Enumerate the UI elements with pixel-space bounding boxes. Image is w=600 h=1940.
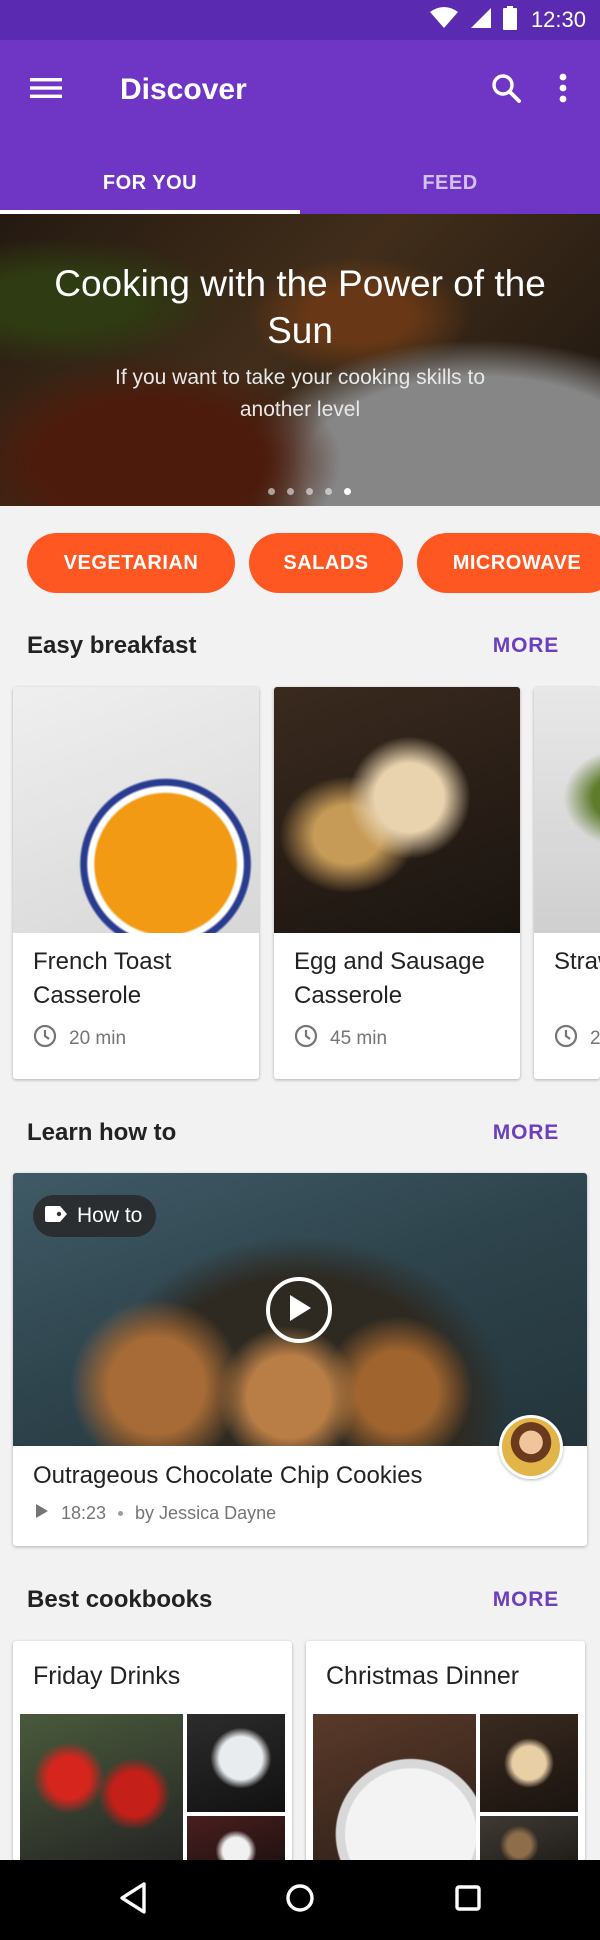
recipe-time: 2 xyxy=(554,1024,600,1054)
search-button[interactable] xyxy=(486,70,526,110)
app-bar: Discover FOR YOU FEED xyxy=(0,40,600,214)
hero-title: Cooking with the Power of the Sun xyxy=(54,263,546,351)
section-header-learn: Learn how to MORE xyxy=(0,1115,600,1151)
cookbook-image xyxy=(480,1714,578,1812)
clock-icon xyxy=(294,1024,318,1054)
tab-for-you[interactable]: FOR YOU xyxy=(0,152,300,214)
more-button[interactable]: MORE xyxy=(493,628,559,664)
recipe-image xyxy=(534,687,600,933)
video-card[interactable]: How to Outrageous Chocolate Chip Cookies… xyxy=(13,1173,587,1546)
hero-subtitle: If you want to take your cooking skills … xyxy=(114,366,485,421)
menu-button[interactable] xyxy=(26,70,66,110)
carousel-dot[interactable] xyxy=(286,488,294,495)
search-icon xyxy=(491,73,521,108)
recipe-time-label: 45 min xyxy=(330,1028,388,1049)
video-meta: 18:23 by Jessica Dayne xyxy=(35,1499,276,1527)
carousel-dot[interactable] xyxy=(267,488,275,495)
carousel-dot[interactable] xyxy=(324,488,332,495)
chip-salads[interactable]: SALADS xyxy=(249,533,403,593)
chip-microwave[interactable]: MICROWAVE xyxy=(417,533,600,593)
home-button[interactable] xyxy=(278,1878,322,1922)
play-icon xyxy=(285,1293,313,1328)
cookbook-card[interactable]: Christmas Dinner xyxy=(306,1641,585,1861)
recipe-title: Strawberry Oatmeal xyxy=(554,948,600,975)
status-time: 12:30 xyxy=(530,7,586,32)
section-header-cookbooks: Best cookbooks MORE xyxy=(0,1582,600,1618)
back-icon xyxy=(118,1881,148,1920)
cookbook-card[interactable]: Friday Drinks xyxy=(13,1641,292,1861)
video-duration: 18:23 xyxy=(61,1502,107,1523)
more-vert-icon xyxy=(559,73,567,108)
cookbook-image xyxy=(187,1714,285,1812)
section-header-breakfast: Easy breakfast MORE xyxy=(0,628,600,664)
signal-icon xyxy=(469,6,493,35)
video-thumbnail: How to xyxy=(13,1173,587,1446)
section-title: Easy breakfast xyxy=(27,632,197,659)
recipe-card[interactable]: Strawberry Oatmeal 2 xyxy=(534,687,600,1079)
cookbook-image xyxy=(480,1816,578,1861)
back-button[interactable] xyxy=(111,1878,155,1922)
recipe-time-label: 2 xyxy=(590,1028,600,1049)
recents-button[interactable] xyxy=(446,1878,490,1922)
wifi-icon xyxy=(429,6,459,35)
video-author: by Jessica Dayne xyxy=(135,1502,277,1523)
cookbook-images xyxy=(20,1714,285,1861)
recipe-card[interactable]: French Toast Casserole 20 min xyxy=(13,687,259,1079)
play-button[interactable] xyxy=(266,1277,332,1343)
recipe-image xyxy=(13,687,259,933)
page-title: Discover xyxy=(120,73,247,106)
how-to-label: How to xyxy=(77,1204,143,1227)
tab-label: FEED xyxy=(422,171,478,194)
recipe-image xyxy=(274,687,520,933)
recipe-time-label: 20 min xyxy=(69,1028,127,1049)
label-icon xyxy=(45,1204,67,1228)
cookbook-images xyxy=(313,1714,578,1861)
status-bar: 12:30 xyxy=(0,0,600,40)
more-button[interactable]: MORE xyxy=(493,1582,559,1618)
menu-icon xyxy=(30,76,62,105)
recipe-time: 45 min xyxy=(294,1024,388,1054)
cookbook-title: Friday Drinks xyxy=(33,1662,181,1690)
section-title: Learn how to xyxy=(27,1119,177,1146)
clock-icon xyxy=(554,1024,578,1054)
carousel-dot-active[interactable] xyxy=(343,488,351,495)
hero-image xyxy=(0,214,600,506)
system-nav-bar xyxy=(0,1860,600,1940)
clock-icon xyxy=(33,1024,57,1054)
play-small-icon xyxy=(35,1503,49,1524)
cookbook-image xyxy=(313,1714,476,1861)
status-icons: 12:30 xyxy=(429,5,586,35)
tab-feed[interactable]: FEED xyxy=(300,152,600,214)
more-button[interactable]: MORE xyxy=(493,1115,559,1151)
video-title: Outrageous Chocolate Chip Cookies xyxy=(33,1462,423,1489)
author-avatar[interactable] xyxy=(499,1415,563,1479)
category-chips: VEGETARIAN SALADS MICROWAVE xyxy=(0,533,600,593)
hero-carousel[interactable]: Cooking with the Power of the Sun If you… xyxy=(0,214,600,506)
home-icon xyxy=(285,1883,315,1918)
overflow-menu-button[interactable] xyxy=(545,70,581,110)
recipe-time: 20 min xyxy=(33,1024,127,1054)
recipe-title: French Toast Casserole xyxy=(33,948,172,1009)
carousel-indicator xyxy=(0,488,600,495)
battery-icon xyxy=(502,5,517,35)
recents-icon xyxy=(454,1884,482,1917)
cookbook-image xyxy=(187,1816,285,1861)
recipe-title: Egg and Sausage Casserole xyxy=(294,948,485,1009)
chip-vegetarian[interactable]: VEGETARIAN xyxy=(27,533,235,593)
how-to-badge: How to xyxy=(33,1195,157,1237)
carousel-dot[interactable] xyxy=(305,488,313,495)
tab-bar: FOR YOU FEED xyxy=(0,152,600,214)
recipe-card[interactable]: Egg and Sausage Casserole 45 min xyxy=(274,687,520,1079)
section-title: Best cookbooks xyxy=(27,1586,213,1613)
cookbook-image xyxy=(20,1714,183,1861)
tab-label: FOR YOU xyxy=(102,171,198,194)
cookbook-title: Christmas Dinner xyxy=(326,1662,520,1690)
separator-dot xyxy=(118,1510,124,1516)
